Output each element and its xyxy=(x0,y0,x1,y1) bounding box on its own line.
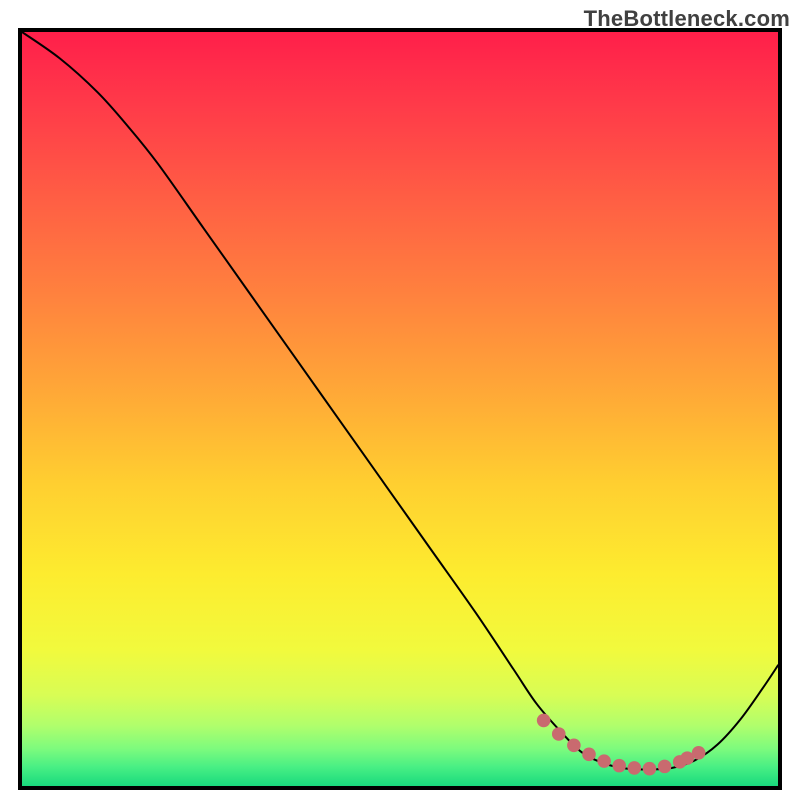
highlight-dot xyxy=(692,746,706,760)
main-curve-path xyxy=(22,32,778,769)
highlight-dot xyxy=(612,759,626,773)
highlight-dot xyxy=(567,738,581,752)
highlight-dot xyxy=(597,754,611,768)
highlight-dot xyxy=(643,762,657,776)
chart-container: TheBottleneck.com xyxy=(0,0,800,800)
highlight-dot xyxy=(582,748,596,762)
highlight-dot xyxy=(658,760,672,774)
watermark-text: TheBottleneck.com xyxy=(584,6,790,32)
highlight-dot xyxy=(552,727,566,741)
highlight-dots-group xyxy=(537,714,706,776)
plot-svg xyxy=(22,32,778,786)
highlight-dot xyxy=(628,761,642,775)
highlight-dot xyxy=(537,714,551,728)
plot-area xyxy=(18,28,782,790)
